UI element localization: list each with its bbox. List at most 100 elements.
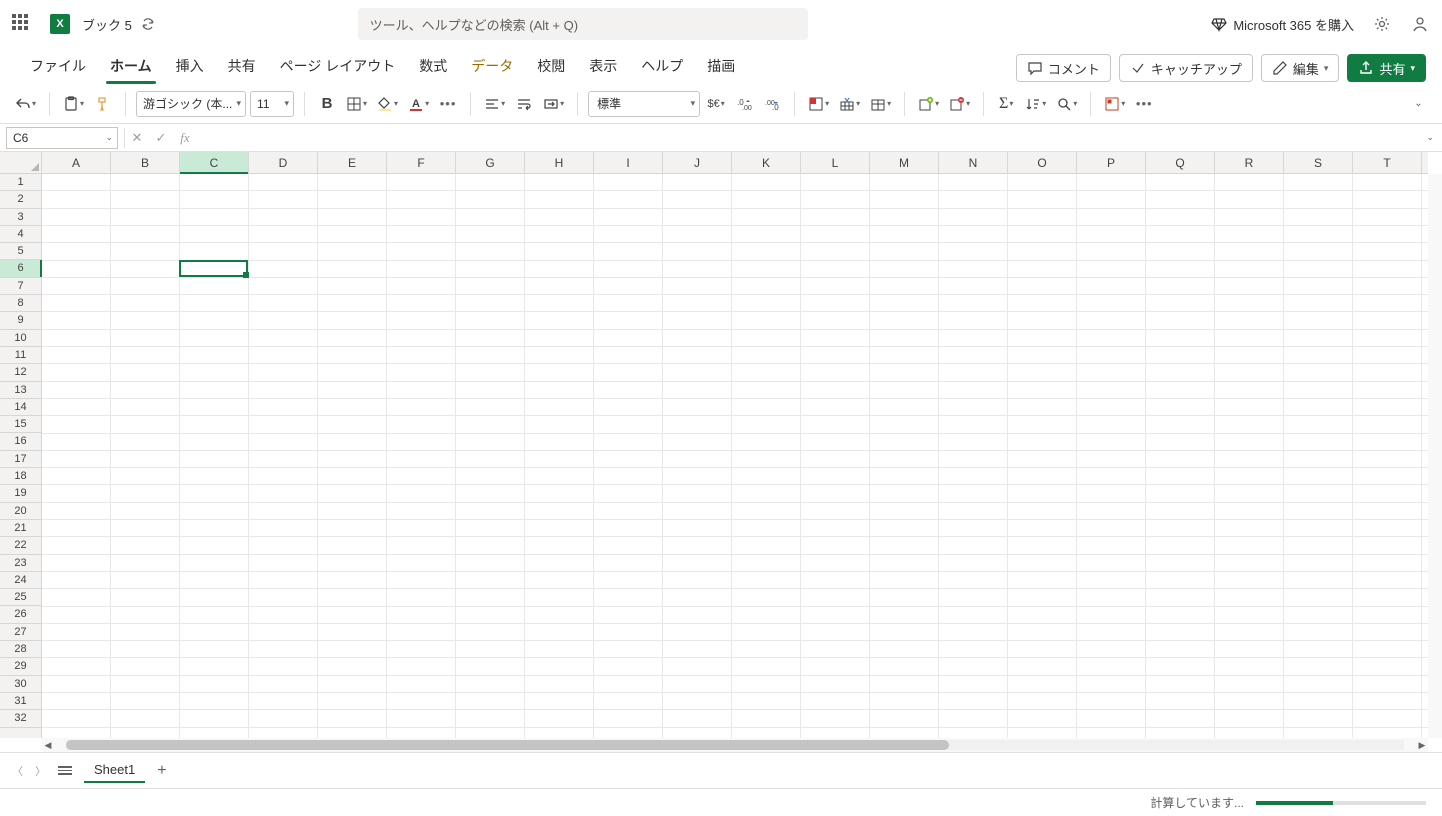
row-header[interactable]: 29 (0, 658, 41, 675)
column-header[interactable]: C (180, 152, 249, 173)
comments-button[interactable]: コメント (1016, 54, 1111, 82)
row-header[interactable]: 4 (0, 226, 41, 243)
row-header[interactable]: 14 (0, 399, 41, 416)
tab-review[interactable]: 校閲 (525, 50, 577, 84)
wrap-text-button[interactable] (512, 90, 536, 118)
font-size-select[interactable]: 11▾ (250, 91, 294, 117)
tab-file[interactable]: ファイル (18, 50, 98, 84)
cancel-formula-icon[interactable]: ✕ (125, 130, 149, 146)
row-header[interactable]: 21 (0, 520, 41, 537)
vertical-scrollbar[interactable] (1428, 174, 1442, 738)
row-header[interactable]: 17 (0, 451, 41, 468)
row-header[interactable]: 6 (0, 260, 41, 277)
column-header[interactable]: F (387, 152, 456, 173)
row-header[interactable]: 2 (0, 191, 41, 208)
row-header[interactable]: 24 (0, 572, 41, 589)
enter-formula-icon[interactable]: ✓ (149, 130, 173, 146)
align-button[interactable]: ▾ (481, 90, 508, 118)
name-box-input[interactable]: C6⌄ (6, 127, 118, 149)
tab-formulas[interactable]: 数式 (407, 50, 459, 84)
delete-cells-button[interactable]: ▾ (946, 90, 973, 118)
row-header[interactable]: 18 (0, 468, 41, 485)
catchup-button[interactable]: キャッチアップ (1119, 54, 1253, 82)
column-header[interactable]: T (1353, 152, 1422, 173)
cell-area[interactable] (42, 174, 1428, 738)
decrease-decimal-button[interactable]: .00.0 (760, 90, 784, 118)
column-header[interactable]: O (1008, 152, 1077, 173)
row-header[interactable]: 11 (0, 347, 41, 364)
format-table-button[interactable]: ▾ (836, 90, 863, 118)
column-header[interactable]: L (801, 152, 870, 173)
row-header[interactable]: 10 (0, 330, 41, 347)
find-button[interactable]: ▾ (1053, 90, 1080, 118)
more-font-button[interactable]: ••• (436, 90, 460, 118)
column-header[interactable]: S (1284, 152, 1353, 173)
account-icon[interactable] (1410, 14, 1430, 34)
autosum-button[interactable]: Σ▾ (994, 90, 1018, 118)
column-header[interactable]: N (939, 152, 1008, 173)
more-ribbon-button[interactable]: ••• (1132, 90, 1156, 118)
undo-button[interactable]: ▾ (12, 90, 39, 118)
column-header[interactable]: I (594, 152, 663, 173)
spreadsheet-grid[interactable]: ABCDEFGHIJKLMNOPQRST 1234567891011121314… (0, 152, 1442, 752)
add-sheet-button[interactable]: + (157, 762, 166, 780)
share-button[interactable]: 共有▾ (1347, 54, 1426, 82)
fx-icon[interactable]: fx (173, 130, 197, 146)
row-header[interactable]: 8 (0, 295, 41, 312)
merge-button[interactable]: ▾ (540, 90, 567, 118)
scroll-right-button[interactable]: ▶ (1416, 740, 1428, 751)
settings-icon[interactable] (1372, 14, 1392, 34)
edit-mode-button[interactable]: 編集▾ (1261, 54, 1340, 82)
row-header[interactable]: 30 (0, 676, 41, 693)
row-header[interactable]: 15 (0, 416, 41, 433)
row-header[interactable]: 20 (0, 503, 41, 520)
tab-draw[interactable]: 描画 (695, 50, 747, 84)
tab-data[interactable]: データ (459, 50, 525, 84)
tab-page-layout[interactable]: ページ レイアウト (268, 50, 408, 84)
formula-input[interactable] (197, 124, 1418, 151)
row-header[interactable]: 27 (0, 624, 41, 641)
bold-button[interactable]: B (315, 90, 339, 118)
borders-button[interactable]: ▾ (343, 90, 370, 118)
fill-color-button[interactable]: ▾ (374, 90, 401, 118)
tab-help[interactable]: ヘルプ (629, 50, 695, 84)
document-title[interactable]: ブック 5 (82, 15, 132, 34)
tab-view[interactable]: 表示 (577, 50, 629, 84)
conditional-format-button[interactable]: ▾ (805, 90, 832, 118)
next-sheet-button[interactable]: 〉 (35, 763, 46, 779)
sort-filter-button[interactable]: ▾ (1022, 90, 1049, 118)
tab-home[interactable]: ホーム (98, 50, 164, 84)
row-header[interactable]: 32 (0, 710, 41, 727)
number-format-select[interactable]: 標準▾ (588, 91, 700, 117)
row-header[interactable]: 5 (0, 243, 41, 260)
column-header[interactable]: D (249, 152, 318, 173)
paste-button[interactable]: ▾ (60, 90, 87, 118)
format-painter-button[interactable] (91, 90, 115, 118)
tab-share[interactable]: 共有 (216, 50, 268, 84)
column-header[interactable]: K (732, 152, 801, 173)
cell-styles-button[interactable]: ▾ (867, 90, 894, 118)
increase-decimal-button[interactable]: .0.00 (732, 90, 756, 118)
row-header[interactable]: 22 (0, 537, 41, 554)
row-header[interactable]: 19 (0, 485, 41, 502)
row-header[interactable]: 25 (0, 589, 41, 606)
row-header[interactable]: 28 (0, 641, 41, 658)
row-header[interactable]: 9 (0, 312, 41, 329)
row-header[interactable]: 31 (0, 693, 41, 710)
column-header[interactable]: M (870, 152, 939, 173)
font-name-select[interactable]: 游ゴシック (本...▾ (136, 91, 246, 117)
select-all-corner[interactable] (0, 152, 42, 174)
row-header[interactable]: 1 (0, 174, 41, 191)
row-header[interactable]: 7 (0, 278, 41, 295)
column-header[interactable]: B (111, 152, 180, 173)
row-header[interactable]: 13 (0, 382, 41, 399)
column-header[interactable]: H (525, 152, 594, 173)
row-header[interactable]: 12 (0, 364, 41, 381)
column-header[interactable]: J (663, 152, 732, 173)
currency-button[interactable]: $€▾ (704, 90, 728, 118)
horizontal-scrollbar[interactable] (66, 740, 1404, 750)
collapse-ribbon-button[interactable]: ⌄ (1406, 90, 1430, 118)
expand-formula-bar-button[interactable]: ⌄ (1418, 132, 1442, 143)
row-header[interactable]: 3 (0, 209, 41, 226)
font-color-button[interactable]: A▾ (405, 90, 432, 118)
